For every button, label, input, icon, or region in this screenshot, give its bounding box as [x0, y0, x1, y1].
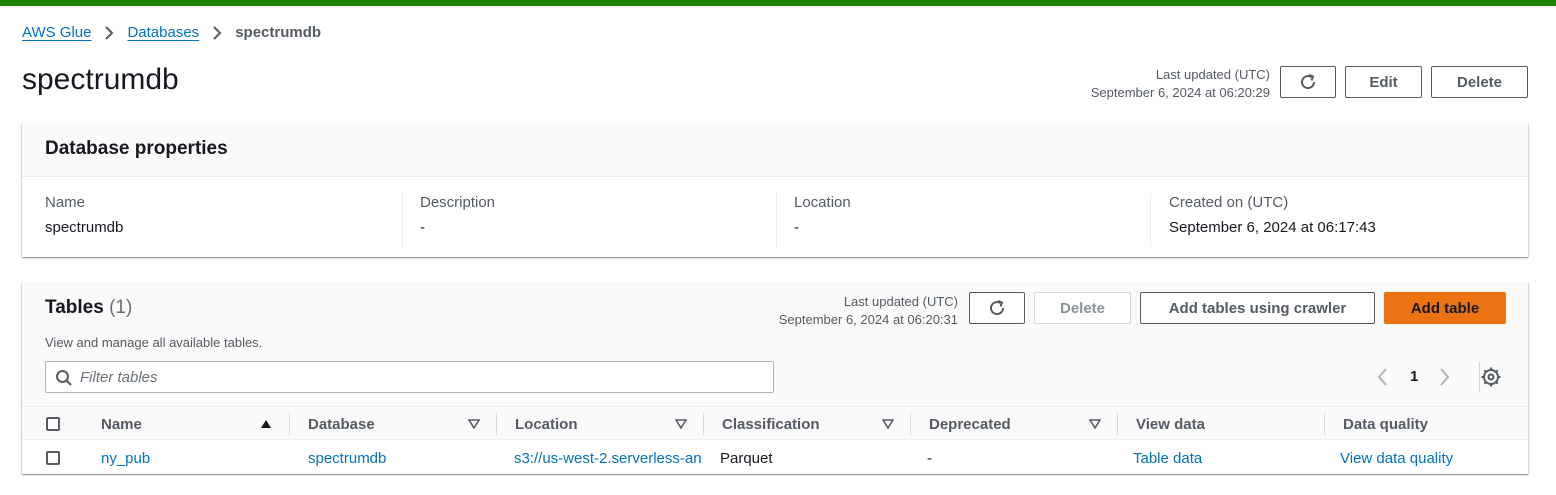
gear-icon: [1481, 367, 1501, 387]
column-divider: [910, 413, 911, 435]
column-divider: [496, 413, 497, 435]
property-location: Location -: [776, 193, 1150, 247]
property-description: Description -: [402, 193, 776, 247]
property-location-label: Location: [794, 194, 851, 211]
column-divider: [703, 413, 704, 435]
column-header-classification[interactable]: Classification: [722, 407, 820, 441]
edit-button[interactable]: Edit: [1345, 66, 1422, 98]
search-icon: [56, 370, 72, 386]
column-divider: [1324, 413, 1325, 435]
column-header-location[interactable]: Location: [515, 407, 578, 441]
tables-description: View and manage all available tables.: [45, 335, 263, 350]
caret-down-icon[interactable]: [1089, 419, 1101, 429]
table-name-link[interactable]: ny_pub: [101, 440, 281, 476]
property-created-value: September 6, 2024 at 06:17:43: [1169, 219, 1376, 236]
column-header-data-quality: Data quality: [1343, 415, 1429, 433]
column-header-name[interactable]: Name: [101, 407, 142, 441]
tables-last-updated: Last updated (UTC) September 6, 2024 at …: [779, 293, 958, 329]
tables-refresh-button[interactable]: [969, 292, 1025, 324]
page-next-button[interactable]: [1435, 366, 1455, 388]
page-refresh-button[interactable]: [1280, 66, 1336, 98]
row-select-checkbox[interactable]: [46, 451, 60, 465]
table-settings-button[interactable]: [1480, 366, 1502, 388]
column-divider: [1117, 413, 1118, 435]
database-properties-panel: Database properties Name spectrumdb Desc…: [22, 123, 1528, 257]
table-data-link[interactable]: Table data: [1133, 440, 1313, 476]
tables-header: Tables (1) View and manage all available…: [22, 282, 1528, 407]
table-classification: Parquet: [720, 449, 773, 467]
view-data-quality-link[interactable]: View data quality: [1340, 440, 1520, 476]
select-all-checkbox[interactable]: [46, 417, 60, 431]
property-name-value: spectrumdb: [45, 219, 124, 236]
breadcrumb: AWS Glue Databases spectrumdb: [22, 24, 321, 41]
add-tables-using-crawler-button[interactable]: Add tables using crawler: [1140, 292, 1375, 324]
filter-tables-field[interactable]: [45, 361, 774, 393]
caret-down-icon[interactable]: [882, 419, 894, 429]
property-name: Name spectrumdb: [45, 193, 395, 247]
column-header-database[interactable]: Database: [308, 407, 375, 441]
breadcrumb-aws-glue[interactable]: AWS Glue: [22, 24, 91, 41]
breadcrumb-databases[interactable]: Databases: [127, 24, 199, 41]
chevron-right-icon: [1440, 368, 1450, 386]
refresh-icon: [990, 300, 1005, 316]
caret-down-icon[interactable]: [675, 419, 687, 429]
table-deprecated: -: [927, 449, 932, 467]
database-properties-title: Database properties: [45, 138, 228, 159]
column-header-deprecated[interactable]: Deprecated: [929, 407, 1011, 441]
page-last-updated-value: September 6, 2024 at 06:20:29: [1090, 85, 1270, 100]
page-number[interactable]: 1: [1410, 368, 1418, 385]
delete-table-button[interactable]: Delete: [1034, 292, 1131, 324]
tables-panel: Tables (1) View and manage all available…: [22, 282, 1528, 474]
chevron-right-icon: [212, 25, 222, 41]
filter-tables-input[interactable]: [80, 362, 760, 392]
page-last-updated: Last updated (UTC) September 6, 2024 at …: [1091, 66, 1270, 102]
tables-last-updated-value: September 6, 2024 at 06:20:31: [778, 312, 958, 327]
refresh-icon: [1301, 74, 1316, 90]
chevron-right-icon: [104, 25, 114, 41]
tables-last-updated-label: Last updated (UTC): [843, 294, 958, 309]
chevron-left-icon: [1377, 368, 1387, 386]
property-location-value: -: [794, 219, 799, 236]
page-last-updated-label: Last updated (UTC): [1155, 67, 1270, 82]
caret-down-icon[interactable]: [468, 419, 480, 429]
breadcrumb-current: spectrumdb: [235, 24, 322, 41]
property-created-label: Created on (UTC): [1169, 194, 1289, 211]
table-header-row: Name Database Location Classification De…: [22, 406, 1528, 440]
caret-up-icon[interactable]: [260, 419, 272, 429]
delete-database-button[interactable]: Delete: [1431, 66, 1528, 98]
add-table-button[interactable]: Add table: [1384, 292, 1506, 324]
tables-title-text: Tables: [45, 297, 104, 318]
table-location-link[interactable]: s3://us-west-2.serverless-analytics: [514, 440, 702, 476]
table-row: ny_pub spectrumdb s3://us-west-2.serverl…: [22, 440, 1528, 476]
column-divider: [289, 413, 290, 435]
column-header-view-data: View data: [1136, 415, 1205, 433]
property-created-on: Created on (UTC) September 6, 2024 at 06…: [1150, 193, 1520, 247]
page-prev-button[interactable]: [1372, 366, 1392, 388]
property-description-value: -: [420, 219, 425, 236]
property-description-label: Description: [420, 194, 496, 211]
tables-count: (1): [109, 297, 133, 318]
database-properties-header: Database properties: [22, 123, 1528, 177]
tables-title: Tables (1): [45, 297, 132, 319]
page-title: spectrumdb: [22, 63, 179, 96]
table-database-link[interactable]: spectrumdb: [308, 440, 488, 476]
property-name-label: Name: [45, 194, 86, 211]
